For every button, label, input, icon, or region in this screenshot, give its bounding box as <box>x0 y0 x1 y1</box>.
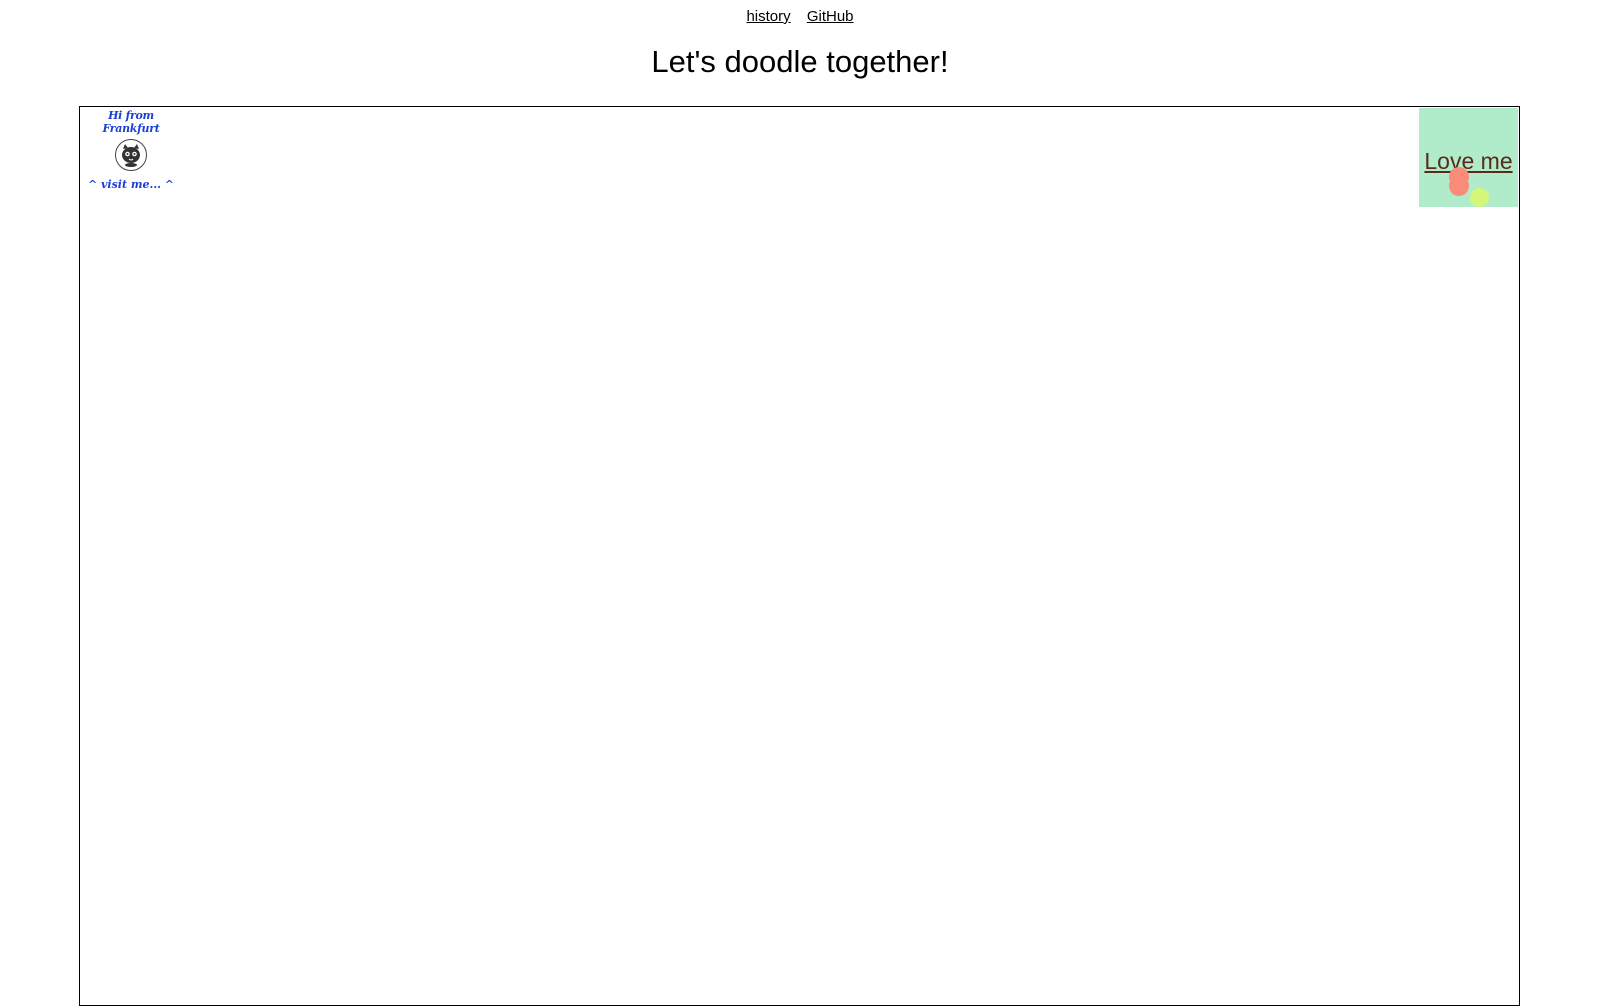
love-me-label: Love me <box>1424 148 1513 174</box>
love-me-button[interactable]: Love me <box>1419 108 1518 207</box>
greeting-card: Hi from Frankfurt ^ visit me... ^ <box>81 107 181 191</box>
github-link[interactable]: GitHub <box>807 8 854 25</box>
page-title: Let's doodle together! <box>651 44 949 79</box>
top-navigation: history GitHub <box>0 8 1600 25</box>
doodle-dot <box>1470 188 1489 207</box>
doodle-canvas[interactable]: Hi from Frankfurt ^ visit me... ^ Love m… <box>79 106 1520 1006</box>
greeting-text: Hi from Frankfurt <box>102 109 160 135</box>
visit-text: ^ visit me... ^ <box>87 178 175 191</box>
cat-face-icon[interactable] <box>115 139 147 171</box>
doodle-dot <box>1449 176 1469 196</box>
history-link[interactable]: history <box>746 8 790 25</box>
